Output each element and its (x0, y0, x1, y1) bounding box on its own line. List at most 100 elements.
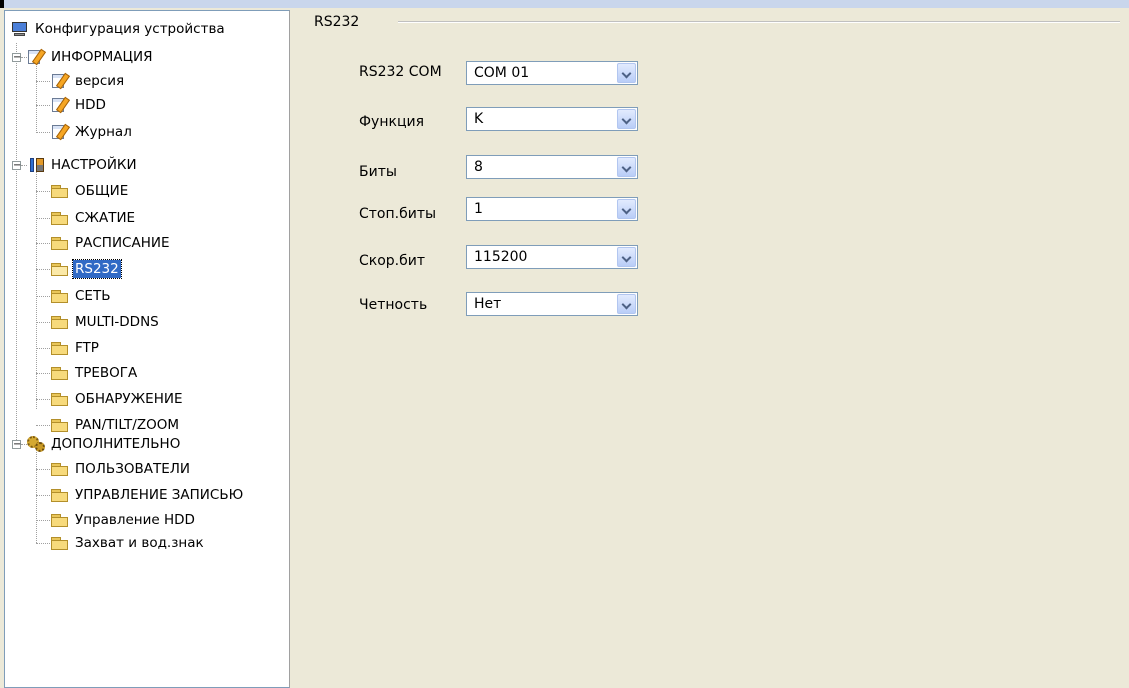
tree-item-root[interactable]: Конфигурация устройства (11, 17, 227, 41)
tree-item-label: ТРЕВОГА (75, 365, 138, 381)
tree-item-network[interactable]: СЕТЬ (51, 284, 112, 308)
tree-item-label: ОБЩИЕ (75, 183, 129, 199)
tree-item-label: ОБНАРУЖЕНИЕ (75, 391, 183, 407)
tools-icon (27, 157, 46, 173)
folder-icon (51, 417, 70, 433)
tree-item-label: ПОЛЬЗОВАТЕЛИ (75, 461, 190, 477)
function-label: Функция (359, 114, 424, 130)
tree-item-capture-watermark[interactable]: Захват и вод.знак (51, 531, 206, 555)
parity-label: Четность (359, 297, 428, 313)
notepad-icon (51, 73, 70, 89)
tree-connector (36, 81, 50, 82)
tree-item-hdd[interactable]: HDD (51, 93, 108, 117)
tree-connector (36, 373, 50, 374)
tree-item-info[interactable]: ИНФОРМАЦИЯ (27, 45, 154, 69)
select-value: COM 01 (474, 65, 530, 81)
tree-connector (36, 495, 50, 496)
tree-item-ftp[interactable]: FTP (51, 336, 101, 360)
select-value: K (474, 111, 484, 127)
notepad-icon (51, 97, 70, 113)
folder-icon (51, 183, 70, 199)
tree-item-label: версия (75, 73, 125, 89)
select-value: 1 (474, 201, 483, 217)
collapse-toggle-settings[interactable]: − (12, 161, 21, 171)
select-value: Нет (474, 296, 502, 312)
tree-connector (36, 425, 50, 426)
parity-select[interactable]: Нет (466, 292, 638, 316)
select-value: 8 (474, 159, 483, 175)
tree-item-label: HDD (75, 97, 106, 113)
dropdown-arrow-icon[interactable] (617, 247, 636, 267)
folder-icon (51, 535, 70, 551)
tree-item-label: Захват и вод.знак (75, 535, 204, 551)
tree-connector (36, 520, 50, 521)
dropdown-arrow-icon[interactable] (617, 294, 636, 314)
select-value: 115200 (474, 249, 528, 265)
dropdown-arrow-icon[interactable] (617, 157, 636, 177)
folder-icon (51, 365, 70, 381)
folder-icon (51, 487, 70, 503)
tree-connector (36, 399, 50, 400)
tree-item-label: RS232 (72, 259, 122, 279)
tree-connector (36, 132, 50, 133)
tree-item-compression[interactable]: СЖАТИЕ (51, 206, 137, 230)
tree-connector (36, 543, 50, 544)
tree-item-version[interactable]: версия (51, 69, 126, 93)
tree-item-label: FTP (75, 340, 99, 356)
tree-item-schedule[interactable]: РАСПИСАНИЕ (51, 231, 172, 255)
tree-item-detection[interactable]: ОБНАРУЖЕНИЕ (51, 387, 185, 411)
data-bits-select[interactable]: 8 (466, 155, 638, 179)
dropdown-arrow-icon[interactable] (617, 63, 636, 83)
folder-icon (51, 461, 70, 477)
config-tree[interactable]: Конфигурация устройства − ИНФОРМАЦИЯ вер… (4, 10, 290, 688)
tree-item-label: MULTI-DDNS (75, 314, 159, 330)
tree-item-multi-ddns[interactable]: MULTI-DDNS (51, 310, 161, 334)
rs232-com-select[interactable]: COM 01 (466, 61, 638, 85)
top-window-strip (0, 0, 1129, 8)
tree-item-label: Журнал (75, 124, 132, 140)
tree-connector (36, 61, 37, 133)
stop-bits-select[interactable]: 1 (466, 197, 638, 221)
dropdown-arrow-icon[interactable] (617, 109, 636, 129)
tree-connector (36, 269, 50, 270)
function-select[interactable]: K (466, 107, 638, 131)
baud-rate-label: Скор.бит (359, 253, 426, 269)
gears-icon (27, 436, 46, 452)
collapse-toggle-advanced[interactable]: − (12, 440, 21, 450)
tree-item-advanced[interactable]: ДОПОЛНИТЕЛЬНО (27, 432, 182, 456)
tree-item-hdd-management[interactable]: Управление HDD (51, 508, 197, 532)
baud-rate-select[interactable]: 115200 (466, 245, 638, 269)
tree-connector (36, 243, 50, 244)
notepad-icon (51, 124, 70, 140)
group-title: RS232 (314, 14, 360, 30)
folder-icon (51, 288, 70, 304)
stop-bits-label: Стоп.биты (359, 206, 437, 222)
group-divider (398, 21, 1120, 23)
tree-item-alarm[interactable]: ТРЕВОГА (51, 361, 139, 385)
tree-connector (36, 296, 50, 297)
tree-item-rs232[interactable]: RS232 (51, 257, 122, 281)
folder-icon (51, 340, 70, 356)
tree-item-label: ИНФОРМАЦИЯ (51, 49, 153, 65)
tree-item-label: УПРАВЛЕНИЕ ЗАПИСЬЮ (75, 487, 244, 503)
tree-item-general[interactable]: ОБЩИЕ (51, 179, 130, 203)
tree-item-settings[interactable]: НАСТРОЙКИ (27, 153, 139, 177)
tree-item-label: РАСПИСАНИЕ (75, 235, 170, 251)
tree-connector (36, 348, 50, 349)
tree-item-label: ДОПОЛНИТЕЛЬНО (51, 436, 181, 452)
tree-connector (36, 105, 50, 106)
tree-item-record-control[interactable]: УПРАВЛЕНИЕ ЗАПИСЬЮ (51, 483, 245, 507)
folder-icon (51, 512, 70, 528)
rs232-com-label: RS232 COM (359, 64, 442, 80)
folder-icon (51, 210, 70, 226)
tree-item-log[interactable]: Журнал (51, 120, 134, 144)
notepad-icon (27, 49, 46, 65)
tree-connector (36, 218, 50, 219)
computer-icon (11, 21, 30, 37)
collapse-toggle-info[interactable]: − (12, 53, 21, 63)
tree-item-users[interactable]: ПОЛЬЗОВАТЕЛИ (51, 457, 192, 481)
data-bits-label: Биты (359, 164, 397, 180)
open-folder-icon (51, 261, 70, 277)
tree-item-label: СЖАТИЕ (75, 210, 136, 226)
dropdown-arrow-icon[interactable] (617, 199, 636, 219)
